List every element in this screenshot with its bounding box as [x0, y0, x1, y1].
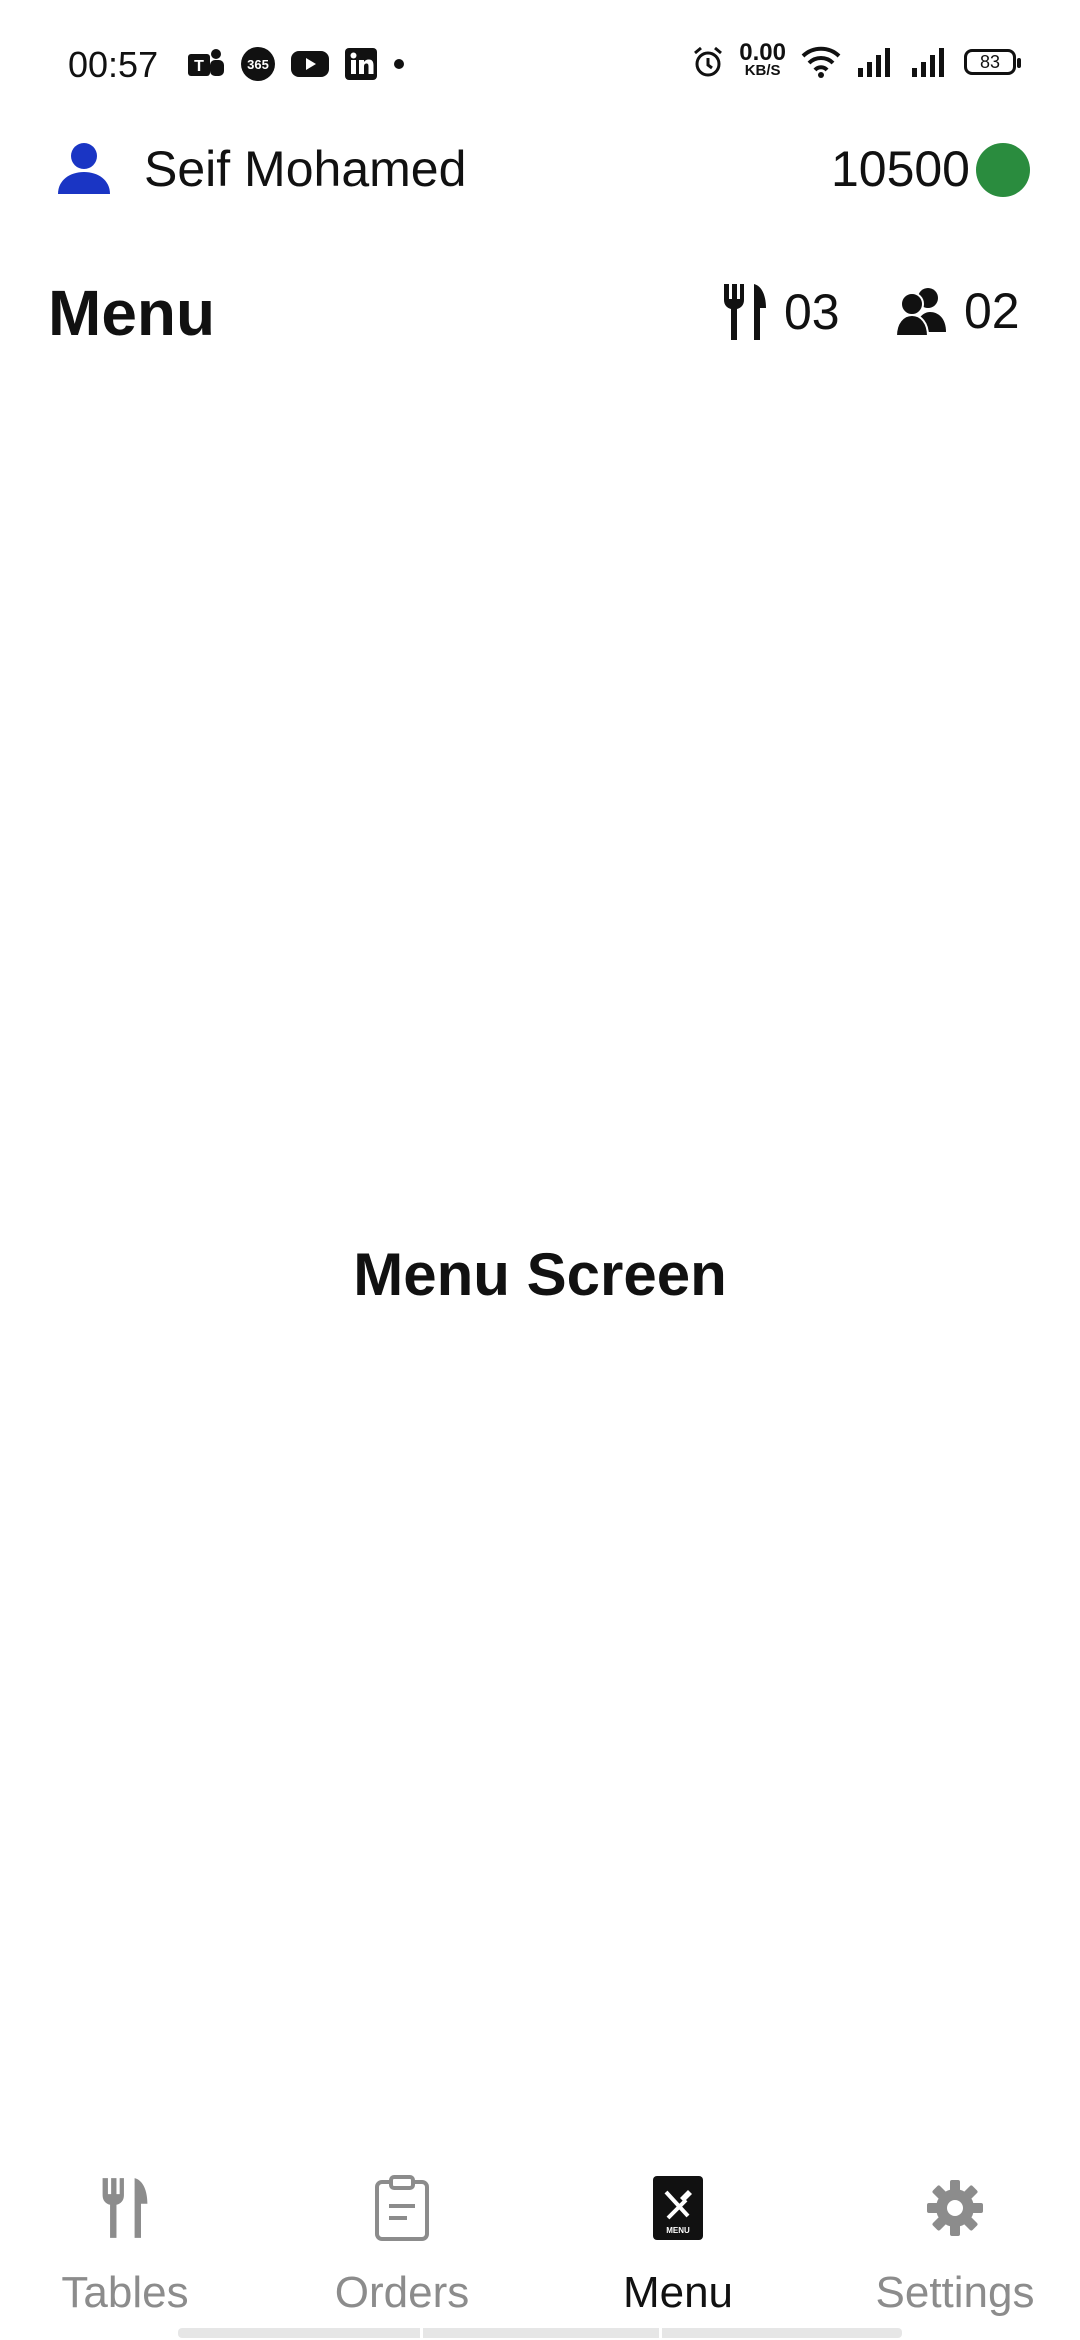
- fork-knife-icon: [724, 284, 766, 340]
- nav-tab-menu[interactable]: MENU Menu: [543, 2170, 813, 2330]
- app-screen: 00:57 T 365 0.00 KB/S 83 Seif Mohamed 10…: [0, 0, 1080, 2340]
- status-time: 00:57: [68, 44, 159, 85]
- page-header: Menu 03 02: [0, 260, 1080, 370]
- nav-tab-label: Orders: [334, 2268, 470, 2317]
- system-icons: 0.00 KB/S 83: [691, 39, 1021, 80]
- svg-text:MENU: MENU: [666, 2226, 690, 2235]
- signal-icon: [912, 48, 944, 77]
- user-row: Seif Mohamed 10500: [0, 130, 1080, 230]
- guests-count: 02: [894, 282, 1020, 340]
- network-speed-unit: KB/S: [744, 62, 781, 79]
- nav-tab-label: Settings: [875, 2268, 1035, 2317]
- nav-tab-orders[interactable]: Orders: [267, 2170, 537, 2330]
- nav-tab-label: Menu: [622, 2268, 734, 2317]
- notification-icons: T 365: [186, 46, 406, 82]
- nav-tab-label: Tables: [61, 2268, 189, 2317]
- user-avatar-icon[interactable]: [56, 142, 112, 196]
- network-speed-value: 0.00: [739, 39, 786, 66]
- more-dot-icon: [394, 59, 404, 69]
- alarm-icon: [694, 46, 723, 77]
- gear-icon: [927, 2180, 983, 2236]
- battery-indicator: 83: [964, 49, 1021, 75]
- user-name: Seif Mohamed: [144, 141, 467, 197]
- clipboard-icon: [375, 2175, 429, 2241]
- menu-book-icon: MENU: [653, 2176, 703, 2240]
- network-speed: 0.00 KB/S: [739, 39, 786, 80]
- screen-placeholder: Menu Screen: [353, 1241, 727, 1308]
- youtube-icon: [291, 51, 329, 77]
- page-title: Menu: [48, 277, 216, 349]
- home-indicator[interactable]: [178, 2328, 902, 2338]
- bottom-nav: Tables Orders MENU Menu Settings: [0, 2150, 1080, 2340]
- teams-icon: T: [188, 49, 224, 76]
- signal-icon: [858, 48, 890, 77]
- fork-knife-icon: [102, 2178, 148, 2238]
- office365-icon: 365: [241, 47, 275, 81]
- users-icon: [894, 288, 946, 336]
- tables-count-value: 03: [784, 284, 840, 340]
- linkedin-icon: [345, 48, 377, 80]
- online-status-dot: [976, 143, 1030, 197]
- user-points: 10500: [830, 141, 970, 197]
- nav-tab-tables[interactable]: Tables: [0, 2170, 260, 2330]
- svg-text:T: T: [194, 58, 204, 75]
- tables-count: 03: [720, 282, 840, 342]
- wifi-icon: [801, 46, 841, 78]
- guests-count-value: 02: [964, 283, 1020, 339]
- status-bar: 00:57 T 365 0.00 KB/S 83: [0, 0, 1080, 130]
- nav-tab-settings[interactable]: Settings: [820, 2170, 1080, 2330]
- svg-text:365: 365: [247, 57, 269, 72]
